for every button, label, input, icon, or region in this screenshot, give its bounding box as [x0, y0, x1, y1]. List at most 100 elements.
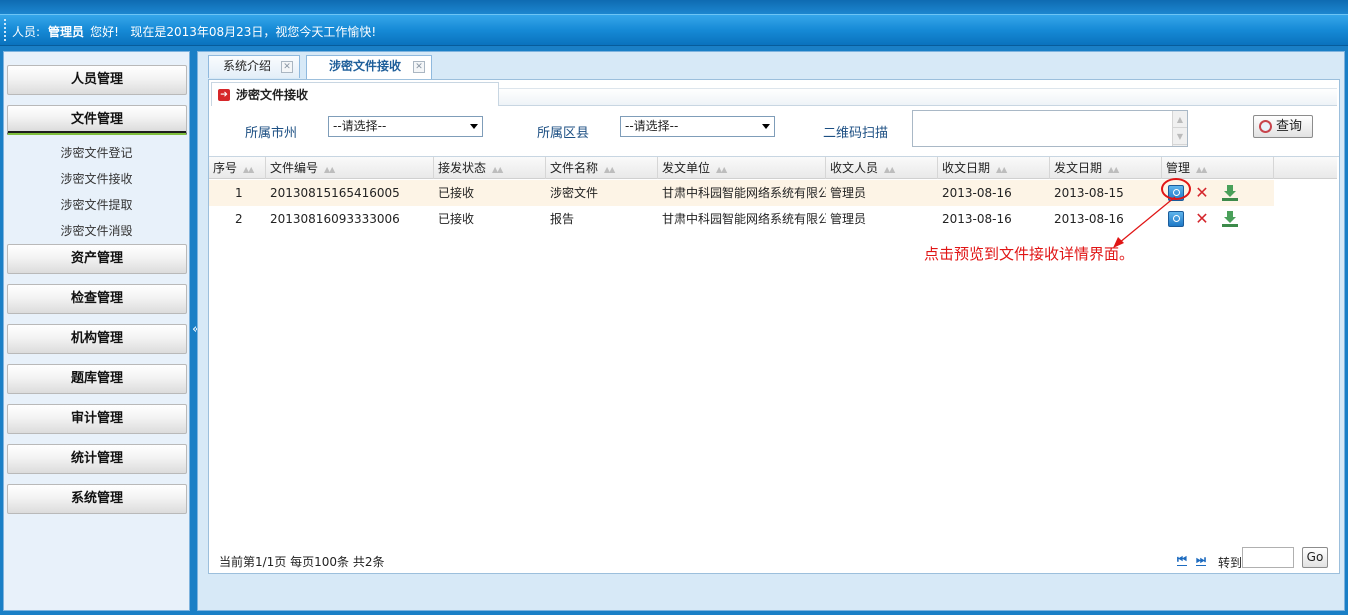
- main-panel: 系统介绍 ✕ 涉密文件接收 ✕ ➔ 涉密文件接收 所属市州 --请选择-- 所属…: [197, 51, 1345, 611]
- tab-label: 涉密文件接收: [329, 59, 402, 73]
- col-label: 序号: [213, 161, 238, 175]
- col-file-name[interactable]: 文件名称 ▲▲: [546, 157, 658, 179]
- annotation-text: 点击预览到文件接收详情界面。: [924, 245, 1135, 263]
- menu-question-bank[interactable]: 题库管理: [7, 364, 187, 394]
- cell-receiver: 管理员: [830, 186, 867, 200]
- cell-receiver: 管理员: [830, 212, 867, 226]
- scroll-up-icon[interactable]: ▲: [1173, 111, 1187, 128]
- qr-scan-input[interactable]: ▲ ▼: [912, 110, 1188, 147]
- cell-sender: 甘肃中科园智能网络系统有限公司: [662, 212, 826, 226]
- col-status[interactable]: 接发状态 ▲▲: [434, 157, 546, 179]
- close-icon[interactable]: ✕: [281, 61, 293, 73]
- arrow-right-icon: ➔: [218, 89, 230, 101]
- sort-icon: ▲▲: [324, 165, 335, 174]
- cell-file-name: 涉密文件: [550, 186, 599, 200]
- menu-organization[interactable]: 机构管理: [7, 324, 187, 354]
- sort-icon: ▲▲: [996, 165, 1007, 174]
- cell-index: 1: [235, 186, 243, 200]
- sort-icon: ▲▲: [492, 165, 503, 174]
- file-grid: 序号 ▲▲ 文件编号 ▲▲ 接发状态 ▲▲ 文件名称 ▲▲ 发文单位 ▲▲ 收文人员 ▲▲ …: [209, 156, 1339, 544]
- greeting: 人员: 管理员 您好! 现在是2013年08月23日，视您今天工作愉快!: [12, 23, 376, 40]
- chevron-down-icon: [762, 124, 770, 129]
- menu-system[interactable]: 系统管理: [7, 484, 187, 514]
- cell-file-no: 20130816093333006: [270, 212, 400, 226]
- section-header: ➔ 涉密文件接收: [211, 82, 499, 106]
- last-page-icon[interactable]: ⏭: [1196, 554, 1206, 566]
- person-label: 人员:: [12, 25, 41, 39]
- col-label: 发文单位: [662, 161, 711, 175]
- col-label: 收文日期: [942, 161, 991, 175]
- sub-file-receive[interactable]: 涉密文件接收: [4, 170, 189, 188]
- annotation-arrow: [1113, 196, 1176, 248]
- sub-file-register[interactable]: 涉密文件登记: [4, 144, 189, 162]
- sub-file-destroy[interactable]: 涉密文件消毁: [4, 222, 189, 240]
- col-actions: 管理 ▲▲: [1162, 157, 1274, 179]
- menu-assets[interactable]: 资产管理: [7, 244, 187, 274]
- header-bar: 人员: 管理员 您好! 现在是2013年08月23日，视您今天工作愉快!: [0, 14, 1348, 46]
- tab-file-receive[interactable]: 涉密文件接收 ✕: [306, 55, 432, 79]
- greeting-text: 您好!: [90, 25, 119, 39]
- menu-files[interactable]: 文件管理: [7, 105, 187, 135]
- city-select[interactable]: --请选择--: [328, 116, 483, 137]
- menu-personnel[interactable]: 人员管理: [7, 65, 187, 95]
- col-file-no[interactable]: 文件编号 ▲▲: [266, 157, 434, 179]
- section-title: 涉密文件接收: [236, 88, 309, 102]
- scroll-down-icon[interactable]: ▼: [1173, 128, 1187, 145]
- goto-page-input[interactable]: [1242, 547, 1294, 568]
- col-sent-date[interactable]: 发文日期 ▲▲: [1050, 157, 1162, 179]
- tab-system-intro[interactable]: 系统介绍 ✕: [208, 55, 300, 78]
- cell-status: 已接收: [438, 186, 475, 200]
- city-select-value: --请选择--: [333, 119, 387, 133]
- sort-icon: ▲▲: [716, 165, 727, 174]
- col-label: 收文人员: [830, 161, 879, 175]
- close-icon[interactable]: ✕: [413, 61, 425, 73]
- cell-index: 2: [235, 212, 243, 226]
- sort-icon: ▲▲: [604, 165, 615, 174]
- header-top-strip: [0, 0, 1348, 14]
- sort-icon: ▲▲: [884, 165, 895, 174]
- cell-file-name: 报告: [550, 212, 575, 226]
- menu-audit[interactable]: 审计管理: [7, 404, 187, 434]
- sort-icon: ▲▲: [243, 165, 254, 174]
- city-label: 所属市州: [245, 126, 298, 141]
- delete-icon[interactable]: ✕: [1194, 211, 1210, 227]
- scrollbar[interactable]: ▲ ▼: [1172, 111, 1187, 146]
- district-select-value: --请选择--: [625, 119, 679, 133]
- col-label: 文件编号: [270, 161, 319, 175]
- first-page-icon[interactable]: ⏮: [1177, 554, 1187, 566]
- chevron-down-icon: [470, 124, 478, 129]
- menu-statistics[interactable]: 统计管理: [7, 444, 187, 474]
- user-name: 管理员: [48, 25, 85, 39]
- col-label: 接发状态: [438, 161, 487, 175]
- download-icon[interactable]: [1222, 211, 1238, 227]
- col-index[interactable]: 序号 ▲▲: [209, 157, 266, 179]
- grid-header: 序号 ▲▲ 文件编号 ▲▲ 接发状态 ▲▲ 文件名称 ▲▲ 发文单位 ▲▲ 收文人员 ▲▲ …: [209, 157, 1337, 179]
- download-icon[interactable]: [1222, 185, 1238, 201]
- query-button[interactable]: 查询: [1253, 115, 1313, 138]
- go-button[interactable]: Go: [1302, 547, 1328, 568]
- col-receiver[interactable]: 收文人员 ▲▲: [826, 157, 938, 179]
- date-message: 现在是2013年08月23日，视您今天工作愉快!: [130, 25, 377, 39]
- cell-file-no: 20130815165416005: [270, 186, 400, 200]
- pager-info: 当前第1/1页 每页100条 共2条: [219, 555, 385, 569]
- cell-received-date: 2013-08-16: [942, 212, 1012, 226]
- sort-icon: ▲▲: [1108, 165, 1119, 174]
- query-label: 查询: [1276, 119, 1303, 134]
- district-select[interactable]: --请选择--: [620, 116, 775, 137]
- tab-label: 系统介绍: [223, 59, 272, 73]
- sub-file-extract[interactable]: 涉密文件提取: [4, 196, 189, 214]
- delete-icon[interactable]: ✕: [1194, 185, 1210, 201]
- cell-received-date: 2013-08-16: [942, 186, 1012, 200]
- cell-status: 已接收: [438, 212, 475, 226]
- col-label: 管理: [1166, 161, 1191, 175]
- cell-sender: 甘肃中科园智能网络系统有限公司: [662, 186, 826, 200]
- header-dots: [4, 19, 6, 43]
- col-label: 发文日期: [1054, 161, 1103, 175]
- menu-inspection[interactable]: 检查管理: [7, 284, 187, 314]
- col-received-date[interactable]: 收文日期 ▲▲: [938, 157, 1050, 179]
- col-sender[interactable]: 发文单位 ▲▲: [658, 157, 826, 179]
- section-rule: [499, 88, 1337, 106]
- content-area: ➔ 涉密文件接收 所属市州 --请选择-- 所属区县 --请选择-- 二维码扫描…: [208, 79, 1340, 574]
- qr-label: 二维码扫描: [823, 126, 889, 141]
- col-label: 文件名称: [550, 161, 599, 175]
